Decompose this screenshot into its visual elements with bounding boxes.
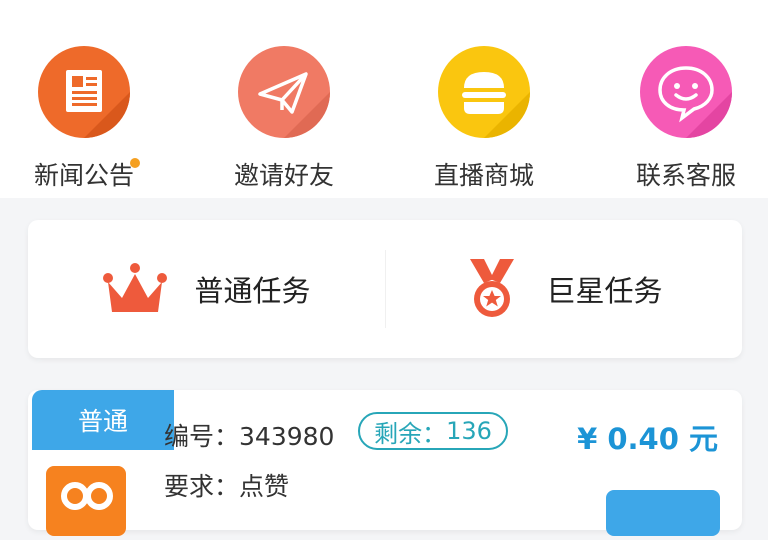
nav-item-shop[interactable]: 直播商城 bbox=[414, 46, 554, 192]
job-price: ¥ 0.40 元 bbox=[577, 422, 718, 456]
newspaper-icon bbox=[38, 46, 130, 138]
burger-icon bbox=[438, 46, 530, 138]
nav-label-news: 新闻公告 bbox=[34, 156, 140, 192]
star-task-label: 巨星任务 bbox=[546, 274, 663, 308]
nav-label-shop: 直播商城 bbox=[433, 161, 534, 190]
app-logo bbox=[46, 466, 126, 536]
crown-icon bbox=[103, 263, 168, 312]
remaining-badge: 剩余： 136 bbox=[358, 412, 508, 450]
nav-label-invite: 邀请好友 bbox=[233, 161, 334, 190]
notification-dot bbox=[130, 158, 140, 168]
quick-nav: 新闻公告 邀请好友 直播商城 联系客服 bbox=[0, 28, 768, 198]
nav-item-invite[interactable]: 邀请好友 bbox=[214, 46, 354, 192]
star-task-button[interactable]: 巨星任务 bbox=[385, 220, 742, 358]
job-id: 编号：343980 bbox=[164, 422, 335, 451]
job-requirement: 要求：点赞 bbox=[164, 472, 290, 501]
nav-item-support[interactable]: 联系客服 bbox=[616, 46, 756, 192]
medal-icon bbox=[470, 259, 515, 317]
job-card[interactable]: 普通 编号：343980 剩余： 136 要求：点赞 ¥ 0.40 元 bbox=[28, 390, 742, 536]
task-type-card: 普通任务 巨星任务 bbox=[28, 220, 742, 358]
grab-task-button[interactable] bbox=[606, 490, 720, 536]
paper-plane-icon bbox=[238, 46, 330, 138]
normal-task-label: 普通任务 bbox=[194, 274, 311, 308]
smile-chat-icon bbox=[640, 46, 732, 138]
nav-label-support: 联系客服 bbox=[635, 161, 736, 190]
normal-task-button[interactable]: 普通任务 bbox=[28, 220, 385, 358]
nav-item-news[interactable]: 新闻公告 bbox=[14, 46, 154, 192]
task-type-tag: 普通 bbox=[32, 390, 174, 450]
top-strip bbox=[0, 0, 768, 28]
